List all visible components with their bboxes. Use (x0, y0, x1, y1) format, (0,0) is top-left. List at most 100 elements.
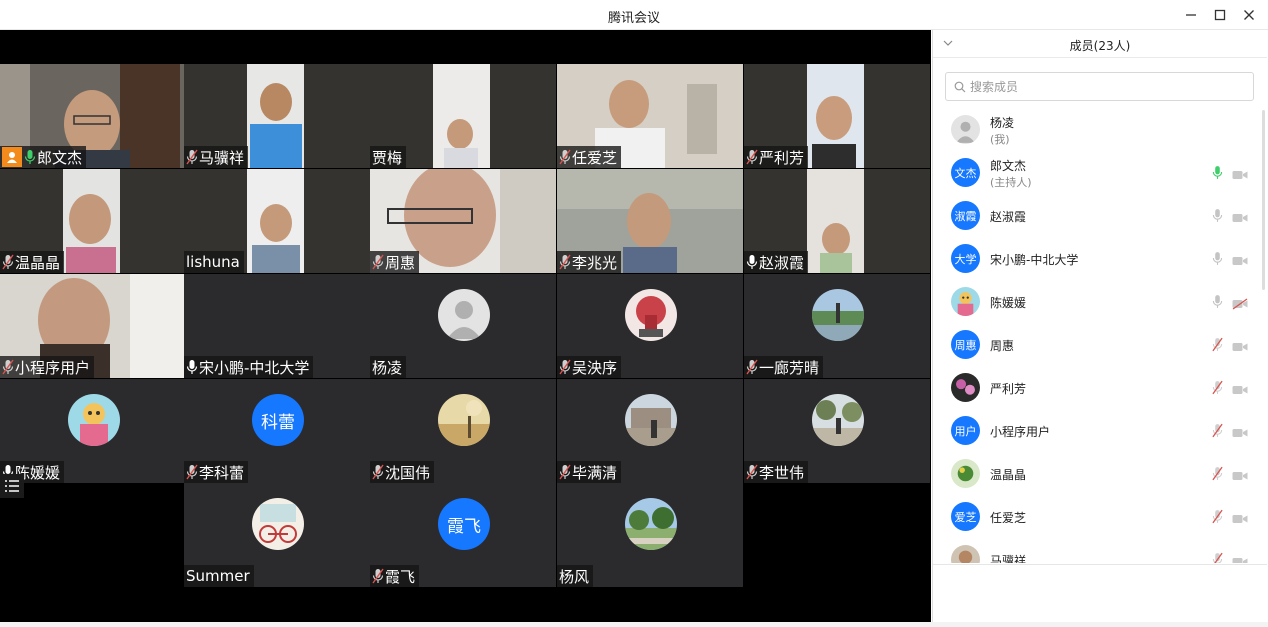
member-mic-toggle[interactable] (1212, 466, 1223, 485)
avatar-image (438, 394, 490, 446)
mic-muted-icon (186, 149, 198, 165)
camera-icon (1232, 429, 1248, 437)
member-list-item[interactable]: 严利芳 (933, 367, 1267, 410)
close-button[interactable] (1232, 0, 1266, 30)
participant-name: 小程序用户 (15, 358, 91, 377)
avatar-image (438, 289, 490, 341)
member-camera-toggle[interactable] (1232, 252, 1248, 271)
member-name: 周惠 (990, 339, 1015, 353)
member-mic-toggle[interactable] (1212, 337, 1223, 356)
member-list-item[interactable]: 陈媛媛 (933, 281, 1267, 324)
minimize-icon (1186, 14, 1196, 16)
member-camera-toggle[interactable] (1232, 424, 1248, 443)
mic-muted-icon (559, 149, 571, 165)
member-mic-toggle[interactable] (1212, 208, 1223, 227)
video-tile[interactable]: Summer (184, 483, 370, 587)
video-tile[interactable]: lishuna (184, 169, 370, 273)
camera-icon (1232, 472, 1248, 480)
participant-name: 吴泱序 (572, 358, 618, 377)
member-list-item[interactable]: 温晶晶 (933, 453, 1267, 496)
video-tile[interactable]: 马骥祥 (184, 64, 370, 168)
participant-name: Summer (186, 567, 250, 585)
avatar (625, 289, 677, 341)
member-mic-toggle[interactable] (1212, 251, 1223, 270)
participant-list-button[interactable] (0, 474, 24, 498)
member-list-item[interactable]: 用户 小程序用户 (933, 410, 1267, 453)
member-camera-toggle[interactable] (1232, 467, 1248, 486)
member-camera-toggle[interactable] (1232, 166, 1248, 185)
mic-muted-icon (372, 568, 384, 584)
mic-muted-icon (746, 464, 758, 480)
mic-muted-icon (746, 359, 758, 375)
member-camera-toggle[interactable] (1232, 338, 1248, 357)
avatar-image (812, 289, 864, 341)
video-tile[interactable]: 小程序用户 (0, 274, 186, 378)
search-icon (954, 81, 966, 92)
video-tile[interactable]: 周惠 (370, 169, 556, 273)
member-search-box[interactable] (945, 72, 1254, 101)
member-mic-toggle[interactable] (1212, 552, 1223, 563)
member-list-item[interactable]: 爱芝 任爱芝 (933, 496, 1267, 539)
video-tile[interactable]: 科蕾 李科蕾 (184, 379, 370, 483)
video-tile[interactable]: 沈国伟 (370, 379, 556, 483)
member-list-scrollbar[interactable] (1262, 110, 1265, 290)
member-search-input[interactable] (970, 79, 1240, 94)
member-camera-toggle[interactable] (1232, 295, 1248, 314)
member-list-item[interactable]: 杨凌 (我) (933, 109, 1267, 152)
avatar-image (625, 289, 677, 341)
participant-name-bar: 李科蕾 (184, 461, 249, 483)
member-list-item[interactable]: 马骥祥 (933, 539, 1267, 563)
video-tile[interactable]: 杨风 (557, 483, 743, 587)
member-list-item[interactable]: 周惠 周惠 (933, 324, 1267, 367)
member-camera-toggle[interactable] (1232, 553, 1248, 563)
participant-name-bar: 李世伟 (744, 461, 809, 483)
video-tile[interactable]: 毕满清 (557, 379, 743, 483)
avatar (438, 289, 490, 341)
video-tile[interactable]: 杨凌 (370, 274, 556, 378)
video-tile[interactable]: 李世伟 (744, 379, 930, 483)
participant-name: 贾梅 (372, 148, 403, 167)
video-tile[interactable]: 任爱芝 (557, 64, 743, 168)
close-icon (1244, 10, 1254, 20)
members-panel: 成员(23人) 杨凌 (我) 文杰郎文杰 (主持人) 淑霞赵淑霞大学宋小鹏-中北大学陈媛… (932, 30, 1267, 622)
video-tile[interactable]: 霞飞 霞飞 (370, 483, 556, 587)
member-list-item[interactable]: 淑霞 赵淑霞 (933, 195, 1267, 238)
member-mic-toggle[interactable] (1212, 509, 1223, 528)
video-tile[interactable]: 一廊芳晴 (744, 274, 930, 378)
participant-name-bar: 宋小鹏-中北大学 (184, 356, 314, 378)
member-camera-toggle[interactable] (1232, 510, 1248, 529)
mic-muted-icon (2, 359, 14, 375)
video-tile[interactable]: 赵淑霞 (744, 169, 930, 273)
video-tile[interactable]: 严利芳 (744, 64, 930, 168)
participant-name: 宋小鹏-中北大学 (199, 358, 310, 377)
video-tile[interactable]: 吴泱序 (557, 274, 743, 378)
mic-muted-icon (372, 464, 384, 480)
member-name: 宋小鹏-中北大学 (990, 253, 1079, 267)
video-tile[interactable]: 温晶晶 (0, 169, 186, 273)
member-mic-toggle[interactable] (1212, 294, 1223, 313)
camera-icon (1232, 386, 1248, 394)
mic-muted-icon (1212, 509, 1223, 524)
member-camera-toggle[interactable] (1232, 381, 1248, 400)
mic-muted-icon (559, 254, 571, 270)
participant-name-bar: 吴泱序 (557, 356, 622, 378)
video-tile[interactable]: 宋小鹏-中北大学 (184, 274, 370, 378)
member-avatar (951, 287, 980, 316)
video-tile[interactable]: 贾梅 (370, 64, 556, 168)
member-mic-toggle[interactable] (1212, 380, 1223, 399)
camera-icon (1232, 343, 1248, 351)
avatar (68, 394, 120, 446)
member-camera-toggle[interactable] (1232, 209, 1248, 228)
participant-name: 毕满清 (572, 463, 618, 482)
video-tile[interactable]: 陈媛媛 (0, 379, 186, 483)
title-bar: 腾讯会议 (0, 0, 1268, 30)
member-mic-toggle[interactable] (1212, 423, 1223, 442)
participant-name-bar: 小程序用户 (0, 356, 95, 378)
member-list-item[interactable]: 文杰 郎文杰 (主持人) (933, 152, 1267, 195)
member-mic-toggle[interactable] (1212, 165, 1223, 184)
video-tile[interactable]: 李兆光 (557, 169, 743, 273)
camera-icon (1232, 558, 1248, 563)
member-list-item[interactable]: 大学 宋小鹏-中北大学 (933, 238, 1267, 281)
member-name: 严利芳 (990, 382, 1027, 396)
video-tile[interactable]: 郎文杰 (0, 64, 186, 168)
